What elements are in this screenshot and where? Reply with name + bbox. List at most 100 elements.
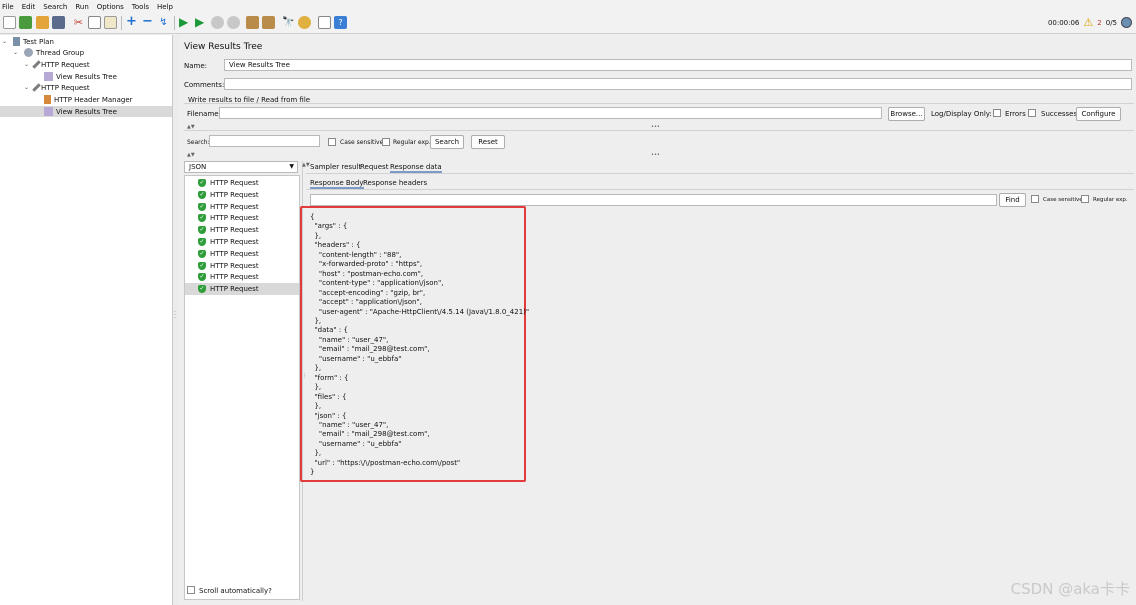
chevron-down-icon[interactable]: ⌄ [2,38,10,45]
pipette-icon [32,60,41,69]
start-no-pause-icon[interactable]: ▶ [195,16,208,29]
function-helper-icon[interactable] [318,16,331,29]
successes-label: Successes [1041,110,1078,118]
list-item[interactable]: ✓ HTTP Request [185,271,299,283]
success-shield-icon: ✓ [198,261,206,270]
chevron-down-icon[interactable]: ⌄ [24,61,32,68]
list-item[interactable]: ✓ HTTP Request [185,201,299,213]
tree-node-view-results-tree[interactable]: View Results Tree [44,71,117,82]
configure-button[interactable]: Configure [1076,107,1121,121]
comments-label: Comments: [184,81,225,89]
stop-icon[interactable] [211,16,224,29]
tree-node-http-request[interactable]: ⌄ HTTP Request [24,59,90,70]
chevron-down-icon: ▼ [289,163,294,170]
renderer-select[interactable]: JSON ▼ [184,161,298,173]
list-item[interactable]: ✓ HTTP Request [185,212,299,224]
toggle-icon[interactable]: ↯ [157,16,170,29]
view-results-tree-panel: View Results Tree Name: View Results Tre… [179,35,1136,605]
browse-button[interactable]: Browse... [888,107,925,121]
clear-icon[interactable] [246,16,259,29]
list-item[interactable]: ✓ HTTP Request [185,177,299,189]
open-icon[interactable] [36,16,49,29]
search-binoculars-icon[interactable]: 🔭 [282,16,295,29]
splitter-handle[interactable]: ••• [651,152,660,158]
pipette-icon [32,83,41,92]
collapse-arrows-icon[interactable]: ▲▼ [302,162,310,168]
find-regular-exp-checkbox[interactable] [1081,195,1089,203]
help-icon[interactable]: ? [334,16,347,29]
case-sensitive-checkbox[interactable] [328,138,336,146]
menu-bar: File Edit Search Run Options Tools Help [0,0,1136,13]
paste-icon[interactable] [104,16,117,29]
tree-node-view-results-tree-selected[interactable]: View Results Tree [0,106,172,117]
list-item-label: HTTP Request [210,202,259,211]
comments-field[interactable] [224,78,1132,90]
new-icon[interactable] [3,16,16,29]
shutdown-icon[interactable] [227,16,240,29]
menu-run[interactable]: Run [75,3,88,11]
list-item-label: HTTP Request [210,285,259,294]
tree-node-test-plan[interactable]: ⌄ Test Plan [2,36,54,47]
tab-response-body[interactable]: Response Body [310,179,364,189]
list-item-label: HTTP Request [210,179,259,187]
test-plan-icon [13,37,20,46]
menu-file[interactable]: File [2,3,14,11]
search-button[interactable]: Search [430,135,464,149]
tree-node-label: HTTP Request [41,83,90,92]
filename-label: Filename [187,110,219,118]
find-case-sensitive-checkbox[interactable] [1031,195,1039,203]
collapse-arrows-icon[interactable]: ▲▼ [187,152,195,158]
tree-node-label: HTTP Request [41,60,90,69]
cut-icon[interactable]: ✂ [72,16,85,29]
search-label: Search: [187,139,210,146]
list-item[interactable]: ✓ HTTP Request [185,260,299,272]
menu-search[interactable]: Search [43,3,67,11]
tab-request[interactable]: Request [360,163,388,171]
search-input[interactable] [209,135,320,147]
errors-checkbox[interactable] [993,109,1001,117]
expand-icon[interactable]: + [125,15,138,29]
section-divider [184,130,1134,131]
menu-edit[interactable]: Edit [22,3,36,11]
list-item[interactable]: ✓ HTTP Request [185,224,299,236]
name-field[interactable]: View Results Tree [224,59,1132,71]
chart-icon [44,72,53,81]
menu-help[interactable]: Help [157,3,173,11]
list-item[interactable]: ✓ HTTP Request [185,283,299,296]
tab-response-headers[interactable]: Response headers [363,179,427,187]
list-item[interactable]: ✓ HTTP Request [185,189,299,201]
tree-node-http-header-manager[interactable]: HTTP Header Manager [44,94,133,105]
tree-node-thread-group[interactable]: ⌄ Thread Group [13,47,84,58]
start-icon[interactable]: ▶ [179,16,192,29]
thread-count: 0/5 [1105,18,1117,27]
regular-exp-checkbox[interactable] [382,138,390,146]
templates-icon[interactable] [19,16,32,29]
scroll-automatically-checkbox[interactable] [187,586,195,594]
reset-search-icon[interactable] [298,16,311,29]
success-shield-icon: ✓ [198,226,206,235]
tab-response-data[interactable]: Response data [390,163,442,173]
save-icon[interactable] [52,16,65,29]
tree-node-http-request[interactable]: ⌄ HTTP Request [24,82,90,93]
menu-tools[interactable]: Tools [132,3,149,11]
clear-all-icon[interactable] [262,16,275,29]
chevron-down-icon[interactable]: ⌄ [13,49,21,56]
menu-options[interactable]: Options [97,3,124,11]
warning-icon[interactable]: ⚠ [1083,16,1093,29]
reset-button[interactable]: Reset [471,135,505,149]
tab-sampler-result[interactable]: Sampler result [310,163,361,171]
find-button[interactable]: Find [999,193,1026,207]
globe-icon[interactable] [1121,17,1132,28]
filename-field[interactable] [219,107,882,119]
chevron-down-icon[interactable]: ⌄ [24,84,32,91]
list-item[interactable]: ✓ HTTP Request [185,236,299,248]
panel-title: View Results Tree [184,42,263,52]
list-item-label: HTTP Request [210,190,259,199]
list-item[interactable]: ✓ HTTP Request [185,248,299,260]
copy-icon[interactable] [88,16,101,29]
successes-checkbox[interactable] [1028,109,1036,117]
response-body-text[interactable]: { "args" : { }, "headers" : { "content-l… [302,208,529,478]
renderer-value: JSON [189,163,207,171]
collapse-icon[interactable]: − [141,15,154,29]
find-input[interactable] [310,194,997,206]
